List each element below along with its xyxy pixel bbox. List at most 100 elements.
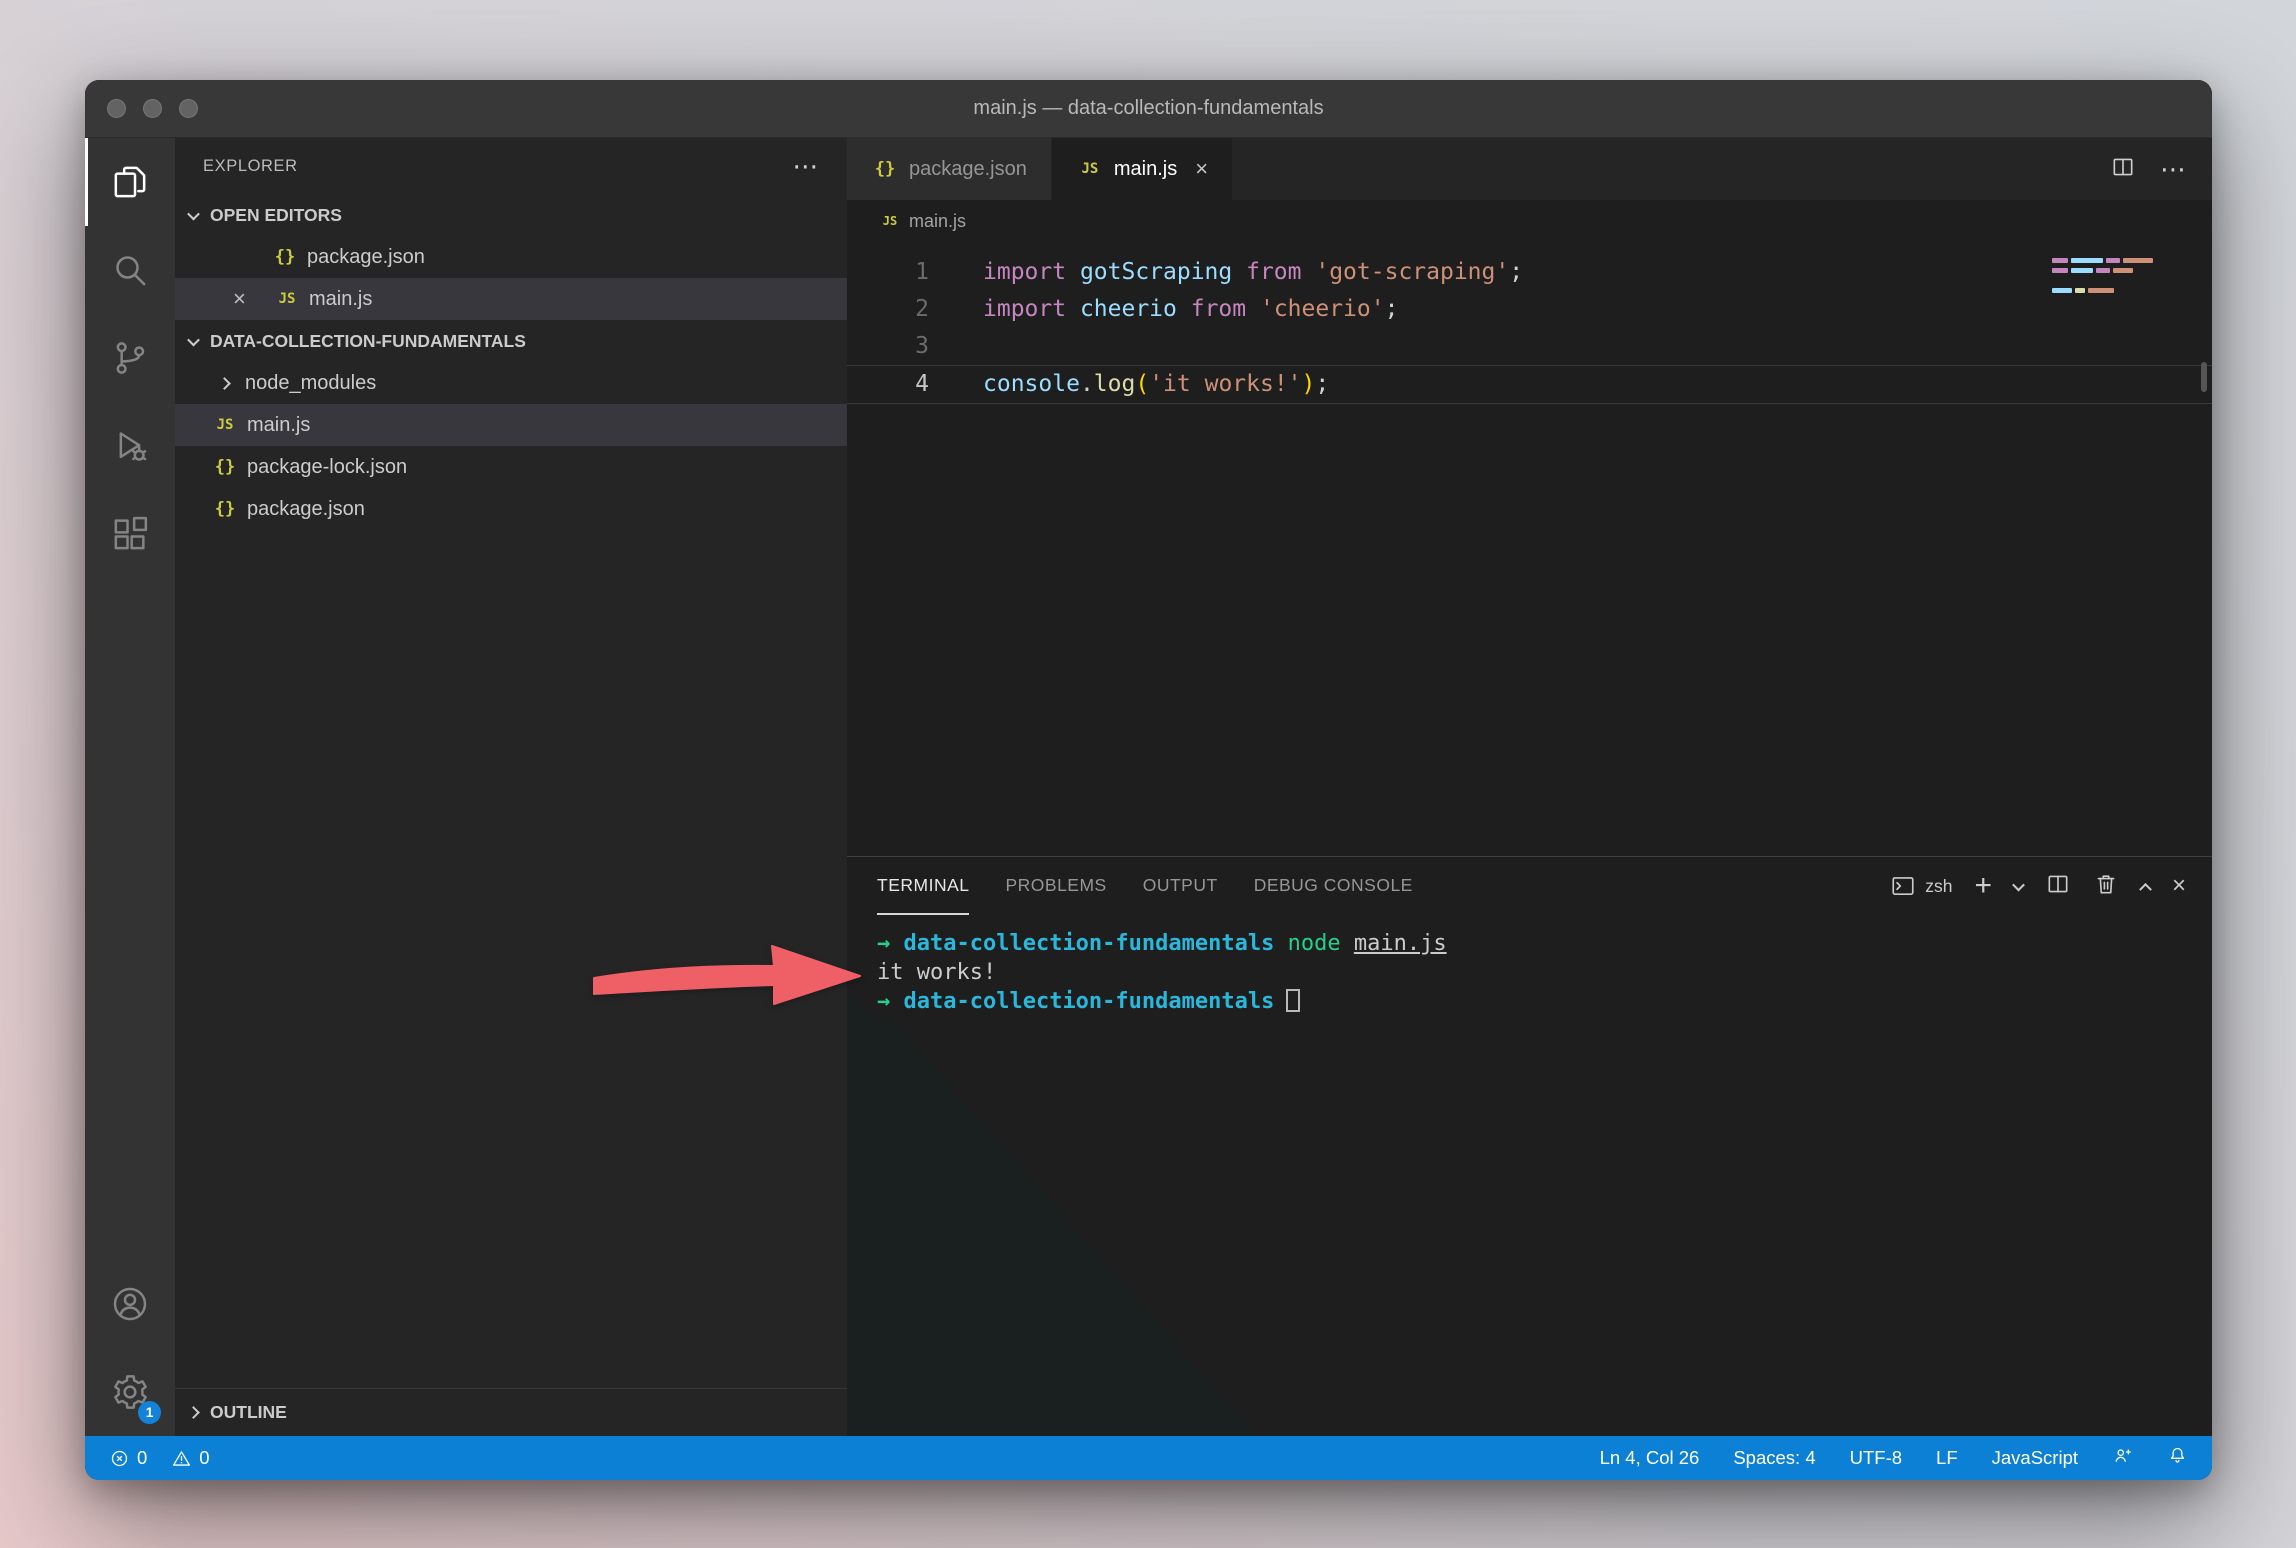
terminal-output-line: it works! [877,958,2212,987]
tree-item-label: node_modules [245,372,376,395]
red-arrow-annotation [588,936,868,1014]
explorer-sidebar: EXPLORER ⋯ OPEN EDITORS {} package.json … [175,138,847,1436]
search-icon[interactable] [85,226,175,314]
account-icon[interactable] [85,1260,175,1348]
settings-gear-icon[interactable]: 1 [85,1348,175,1436]
json-file-icon: {} [271,247,299,267]
language-mode[interactable]: JavaScript [1992,1447,2078,1469]
chevron-down-icon [187,207,200,220]
file-main-js[interactable]: JS main.js [175,404,847,446]
tree-item-label: package.json [247,498,365,521]
new-terminal-icon[interactable]: + [1974,871,1992,901]
code-line-current: 4 console.log('it works!'); [847,365,2212,404]
json-file-icon: {} [211,499,239,519]
zoom-window-button[interactable] [179,99,198,118]
scrollbar-handle[interactable] [2201,362,2207,392]
close-editor-icon[interactable]: × [233,286,265,312]
open-editor-package-json[interactable]: {} package.json [175,236,847,278]
titlebar: main.js — data-collection-fundamentals [85,80,2212,138]
code-line: 3 [847,328,2212,365]
chevron-right-icon [218,377,231,390]
breadcrumb-file: main.js [909,211,966,232]
chevron-right-icon [187,1406,200,1419]
open-editors-section-header[interactable]: OPEN EDITORS [175,194,847,236]
launch-profile-button[interactable]: zsh [1890,873,1952,899]
encoding[interactable]: UTF-8 [1850,1447,1902,1469]
close-tab-icon[interactable]: × [1195,156,1208,182]
outline-section-header[interactable]: OUTLINE [175,1388,847,1436]
status-bar: 0 0 Ln 4, Col 26 Spaces: 4 UTF-8 LF Java… [85,1436,2212,1480]
line-number: 3 [847,328,929,365]
minimap[interactable] [2052,258,2164,298]
panel-header: TERMINAL PROBLEMS OUTPUT DEBUG CONSOLE z… [847,857,2212,915]
feedback-icon[interactable] [2112,1445,2133,1471]
tab-problems[interactable]: PROBLEMS [1005,857,1106,915]
vscode-window: main.js — data-collection-fundamentals [85,80,2212,1480]
split-terminal-icon[interactable] [2045,871,2071,902]
tab-package-json[interactable]: {} package.json [847,138,1052,200]
js-file-icon: JS [273,291,301,307]
json-file-icon: {} [871,159,899,179]
window-title: main.js — data-collection-fundamentals [973,97,1323,120]
line-number: 1 [847,254,929,291]
js-file-icon: JS [1076,161,1104,177]
folder-node-modules[interactable]: node_modules [175,362,847,404]
tree-item-label: main.js [247,414,310,437]
kill-terminal-icon[interactable] [2093,871,2119,902]
code-line: 2 import cheerio from 'cheerio'; [847,291,2212,328]
code-editor[interactable]: 1 import gotScraping from 'got-scraping'… [847,242,2212,856]
close-window-button[interactable] [107,99,126,118]
tab-main-js[interactable]: JS main.js × [1052,138,1233,200]
extensions-icon[interactable] [85,490,175,578]
terminal-cursor [1286,989,1300,1012]
tab-output[interactable]: OUTPUT [1143,857,1218,915]
file-package-lock-json[interactable]: {} package-lock.json [175,446,847,488]
line-number: 4 [847,366,929,403]
open-editor-label: package.json [307,246,425,269]
activity-bar: 1 [85,138,175,1436]
split-editor-icon[interactable] [2110,154,2136,185]
terminal-output[interactable]: → data-collection-fundamentals node main… [847,915,2212,1016]
tree-item-label: package-lock.json [247,456,407,479]
warning-icon [171,1448,192,1469]
terminal-prompt-line: → data-collection-fundamentals [877,987,2212,1016]
tab-label: package.json [909,158,1027,181]
source-control-icon[interactable] [85,314,175,402]
problems-status[interactable]: 0 0 [109,1447,210,1469]
tab-debug-console[interactable]: DEBUG CONSOLE [1254,857,1413,915]
file-package-json[interactable]: {} package.json [175,488,847,530]
shell-label: zsh [1925,876,1952,897]
error-count: 0 [137,1447,147,1469]
workspace-section-header[interactable]: DATA-COLLECTION-FUNDAMENTALS [175,320,847,362]
indentation[interactable]: Spaces: 4 [1733,1447,1815,1469]
eol-sequence[interactable]: LF [1936,1447,1958,1469]
explorer-icon[interactable] [85,138,175,226]
terminal-dropdown-icon[interactable] [2012,878,2025,891]
tab-label: main.js [1114,158,1177,181]
open-editor-main-js[interactable]: × JS main.js [175,278,847,320]
code-line: 1 import gotScraping from 'got-scraping'… [847,254,2212,291]
js-file-icon: JS [211,417,239,433]
maximize-panel-icon[interactable] [2139,882,2152,895]
js-file-icon: JS [879,214,901,228]
close-panel-icon[interactable]: × [2172,872,2186,900]
warning-count: 0 [199,1447,209,1469]
terminal-command-line: → data-collection-fundamentals node main… [877,929,2212,958]
editor-more-actions-icon[interactable]: ⋯ [2160,154,2186,185]
json-file-icon: {} [211,457,239,477]
minimize-window-button[interactable] [143,99,162,118]
terminal-panel: TERMINAL PROBLEMS OUTPUT DEBUG CONSOLE z… [847,856,2212,1436]
settings-badge: 1 [138,1401,161,1424]
notifications-bell-icon[interactable] [2167,1445,2188,1471]
editor-tab-bar: {} package.json JS main.js × ⋯ [847,138,2212,200]
open-editor-label: main.js [309,288,372,311]
window-controls [107,80,198,137]
line-number: 2 [847,291,929,328]
explorer-more-actions-icon[interactable]: ⋯ [792,151,819,182]
chevron-down-icon [187,333,200,346]
cursor-position[interactable]: Ln 4, Col 26 [1600,1447,1700,1469]
breadcrumb[interactable]: JS main.js [847,200,2212,242]
tab-terminal[interactable]: TERMINAL [877,857,969,915]
run-debug-icon[interactable] [85,402,175,490]
desktop-background: main.js — data-collection-fundamentals [0,0,2296,1548]
